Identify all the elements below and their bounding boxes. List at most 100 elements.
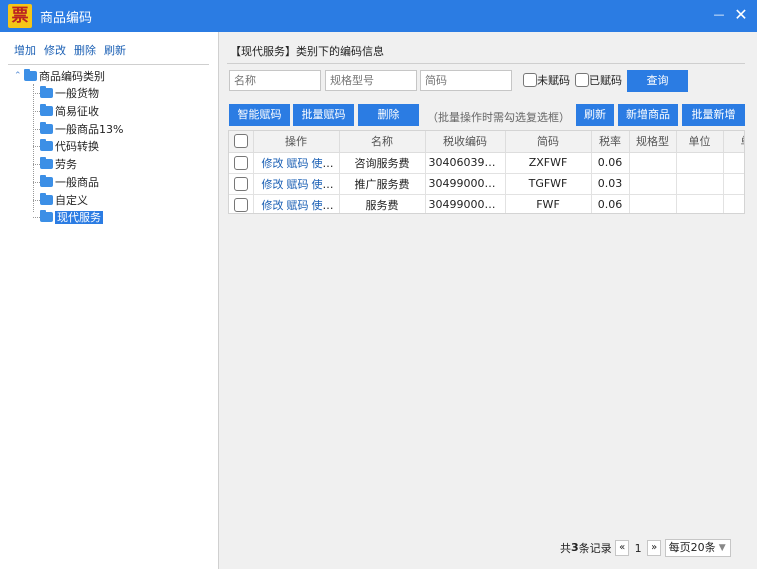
- column-header: 单: [723, 131, 744, 153]
- row-checkbox[interactable]: [233, 176, 248, 191]
- row-select-cell[interactable]: [229, 152, 254, 174]
- tree-root[interactable]: ⌃ 商品编码类别: [14, 68, 105, 83]
- tree-item-code-conversion[interactable]: 代码转换: [33, 138, 99, 154]
- use-link[interactable]: 使用: [312, 199, 334, 212]
- prev-page-button[interactable]: «: [615, 540, 630, 556]
- folder-icon: [40, 157, 53, 169]
- tree-item-general-goods-2[interactable]: 一般商品: [33, 174, 99, 190]
- select-all-checkbox[interactable]: [233, 134, 248, 149]
- assigned-checkbox[interactable]: [575, 73, 589, 87]
- row-actions: 修改 赋码 使用: [253, 152, 340, 174]
- column-header: 税收编码: [425, 131, 506, 153]
- unit-cell: [676, 152, 724, 174]
- refresh-category-link[interactable]: 刷新: [104, 44, 126, 57]
- app-logo: 票: [8, 4, 32, 28]
- spec-cell: [629, 194, 677, 213]
- page-size-value: 每页20条: [668, 541, 716, 554]
- abbr-cell: ZXFWF: [505, 152, 592, 174]
- minimize-button[interactable]: —: [709, 5, 729, 25]
- folder-icon: [40, 122, 53, 134]
- page-number[interactable]: 1: [629, 542, 647, 555]
- table-header: 操作 名称 税收编码 简码 税率 规格型 单位 单: [229, 131, 744, 153]
- column-header: 单位: [676, 131, 724, 153]
- unit-cell: [676, 173, 724, 195]
- rate-cell: 0.06: [591, 152, 630, 174]
- unassigned-checkbox[interactable]: [523, 73, 537, 87]
- spec-search-input[interactable]: [325, 70, 417, 91]
- abbr-cell: TGFWF: [505, 173, 592, 195]
- edit-link[interactable]: 修改: [262, 157, 284, 170]
- tree-item-simple-levy[interactable]: 简易征收: [33, 103, 99, 119]
- tree-item-general-goods[interactable]: 一般货物: [33, 85, 99, 101]
- page-size-select[interactable]: 每页20条 ▼: [664, 539, 731, 557]
- tree-item-modern-services[interactable]: 现代服务: [33, 209, 103, 225]
- unassigned-filter[interactable]: 未赋码: [523, 72, 570, 88]
- delete-button[interactable]: 删除: [358, 104, 419, 126]
- name-cell: 咨询服务费: [339, 152, 426, 174]
- assigned-filter[interactable]: 已赋码: [575, 72, 622, 88]
- edit-category-link[interactable]: 修改: [44, 44, 66, 57]
- tree-item-labor[interactable]: 劳务: [33, 156, 77, 172]
- table-row: 修改 赋码 使用 咨询服务费 3040603990... ZXFWF 0.06: [229, 152, 744, 174]
- title-bar: 票 商品编码 — ✕: [0, 0, 757, 32]
- abbr-search-input[interactable]: [420, 70, 512, 91]
- assign-link[interactable]: 赋码: [287, 157, 309, 170]
- category-panel: 增加 修改 删除 刷新 ⌃ 商品编码类别 一般货物 简易征收 一般商品13% 代码转换 …: [0, 32, 219, 569]
- extra-cell: [723, 152, 744, 174]
- tree-item-custom[interactable]: 自定义: [33, 192, 88, 208]
- select-all-cell[interactable]: [229, 131, 254, 153]
- batch-add-button[interactable]: 批量新增: [682, 104, 745, 126]
- folder-icon: [40, 175, 53, 187]
- edit-link[interactable]: 修改: [262, 178, 284, 191]
- add-category-link[interactable]: 增加: [14, 44, 36, 57]
- divider: [227, 63, 745, 64]
- assign-link[interactable]: 赋码: [287, 178, 309, 191]
- refresh-button[interactable]: 刷新: [576, 104, 614, 126]
- spec-cell: [629, 173, 677, 195]
- extra-cell: [723, 173, 744, 195]
- row-checkbox[interactable]: [233, 155, 248, 170]
- tax-code-cell: 3040603990...: [425, 152, 506, 174]
- smart-assign-button[interactable]: 智能赋码: [229, 104, 290, 126]
- close-button[interactable]: ✕: [731, 5, 751, 25]
- name-search-input[interactable]: [229, 70, 321, 91]
- batch-hint: （批量操作时需勾选复选框）: [427, 111, 570, 124]
- collapse-icon[interactable]: ⌃: [14, 71, 24, 81]
- column-header: 规格型: [629, 131, 677, 153]
- row-select-cell[interactable]: [229, 194, 254, 213]
- query-button[interactable]: 查询: [627, 70, 688, 92]
- row-checkbox[interactable]: [233, 197, 248, 212]
- edit-link[interactable]: 修改: [262, 199, 284, 212]
- category-toolbar: 增加 修改 删除 刷新: [14, 42, 134, 58]
- use-link[interactable]: 使用: [312, 157, 334, 170]
- unit-cell: [676, 194, 724, 213]
- rate-cell: 0.06: [591, 194, 630, 213]
- batch-assign-button[interactable]: 批量赋码: [293, 104, 354, 126]
- chevron-down-icon: ▼: [718, 543, 726, 553]
- use-link[interactable]: 使用: [312, 178, 334, 191]
- folder-icon: [24, 69, 37, 81]
- add-product-button[interactable]: 新增商品: [618, 104, 678, 126]
- table-row: 修改 赋码 使用 推广服务费 3049900000... TGFWF 0.03: [229, 173, 744, 195]
- column-header: 税率: [591, 131, 630, 153]
- row-actions: 修改 赋码 使用: [253, 194, 340, 213]
- pagination: 共3条记录 «1» 每页20条 ▼: [560, 539, 731, 557]
- assign-link[interactable]: 赋码: [287, 199, 309, 212]
- divider: [8, 64, 209, 65]
- rate-cell: 0.03: [591, 173, 630, 195]
- name-cell: 推广服务费: [339, 173, 426, 195]
- total-prefix: 共: [560, 542, 571, 555]
- total-count: 3: [571, 541, 579, 554]
- abbr-cell: FWF: [505, 194, 592, 213]
- row-actions: 修改 赋码 使用: [253, 173, 340, 195]
- table-row: 修改 赋码 使用 服务费 3049900000... FWF 0.06: [229, 194, 744, 213]
- tree-item-general-13[interactable]: 一般商品13%: [33, 121, 123, 137]
- section-title: 【现代服务】类别下的编码信息: [230, 45, 384, 58]
- next-page-button[interactable]: »: [647, 540, 662, 556]
- window-title: 商品编码: [40, 11, 93, 26]
- row-select-cell[interactable]: [229, 173, 254, 195]
- total-suffix: 条记录: [578, 542, 612, 555]
- delete-category-link[interactable]: 删除: [74, 44, 96, 57]
- name-cell: 服务费: [339, 194, 426, 213]
- spec-cell: [629, 152, 677, 174]
